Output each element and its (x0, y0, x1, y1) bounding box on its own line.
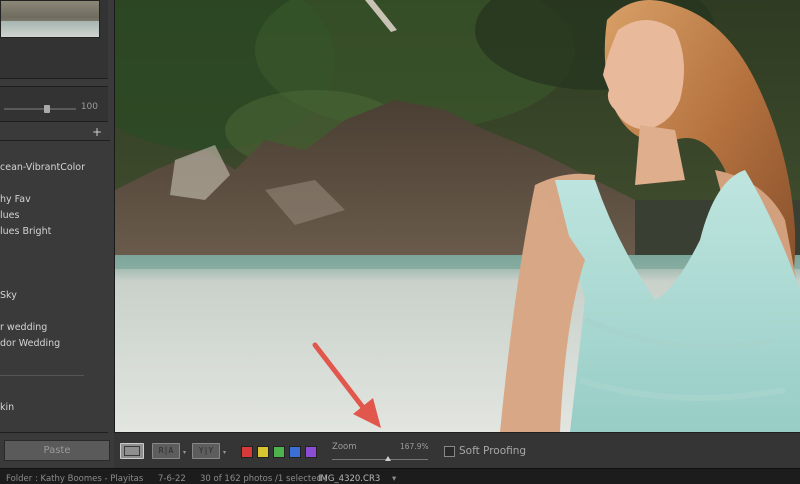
status-date: 7-6-22 (158, 474, 186, 484)
paste-button[interactable]: Paste (4, 440, 110, 461)
presets-header: + (0, 124, 110, 141)
compare-view-button[interactable]: R|A (152, 443, 180, 459)
compare-view-icon: R|A (158, 446, 174, 455)
status-filename[interactable]: IMG_4320.CR3 (318, 472, 380, 484)
panel-divider (0, 432, 108, 433)
preset-item[interactable]: kin (0, 402, 14, 413)
amount-slider[interactable] (4, 105, 76, 113)
status-folder[interactable]: Folder : Kathy Boomes - Playitas (6, 472, 143, 484)
soft-proofing-label[interactable]: Soft Proofing (459, 445, 526, 457)
status-filename-dropdown-icon[interactable]: ▾ (392, 472, 396, 484)
preset-item[interactable]: hy Fav (0, 194, 31, 205)
loupe-view-button[interactable] (120, 443, 144, 459)
toolbar: R|A ▾ Y|Y ▾ Zoom 167.9% Soft Proofing (114, 432, 800, 469)
amount-slider-knob[interactable] (43, 105, 50, 113)
zoom-value: 167.9% (400, 442, 429, 451)
soft-proofing-checkbox[interactable] (444, 446, 455, 457)
left-panel: 100 + cean-VibrantColor hy Fav lues lues… (0, 0, 115, 468)
color-label-purple[interactable] (305, 446, 317, 458)
preset-item[interactable]: lues (0, 210, 19, 221)
zoom-slider-knob[interactable] (384, 456, 391, 461)
add-preset-icon[interactable]: + (92, 125, 102, 139)
status-photo-count: 30 of 162 photos /1 selected / (200, 474, 328, 484)
amount-slider-value: 100 (80, 102, 98, 112)
before-after-dropdown-icon[interactable]: ▾ (223, 449, 226, 456)
preset-item[interactable]: dor Wedding (0, 338, 60, 349)
navigator-panel (0, 0, 108, 79)
before-after-view-icon: Y|Y (198, 446, 214, 455)
navigator-thumbnail-water (1, 21, 99, 37)
navigator-thumbnail[interactable] (0, 0, 100, 38)
before-after-view-button[interactable]: Y|Y (192, 443, 220, 459)
zoom-slider[interactable] (332, 456, 428, 461)
color-label-red[interactable] (241, 446, 253, 458)
color-label-green[interactable] (273, 446, 285, 458)
status-bar: Folder : Kathy Boomes - Playitas 7-6-22 … (0, 468, 800, 484)
preset-item[interactable]: lues Bright (0, 226, 51, 237)
preset-item[interactable]: cean-VibrantColor (0, 162, 85, 173)
preset-item[interactable]: r wedding (0, 322, 47, 333)
zoom-label: Zoom (332, 442, 357, 452)
preset-item[interactable]: Sky (0, 290, 17, 301)
compare-dropdown-icon[interactable]: ▾ (183, 449, 186, 456)
preset-list: cean-VibrantColor hy Fav lues lues Brigh… (0, 141, 108, 431)
loupe-view-icon (124, 446, 140, 456)
photo-image (115, 0, 800, 432)
color-label-blue[interactable] (289, 446, 301, 458)
opacity-slider-section: 100 (0, 86, 108, 122)
color-label-yellow[interactable] (257, 446, 269, 458)
photo-canvas[interactable] (115, 0, 800, 432)
preset-divider (0, 375, 84, 376)
